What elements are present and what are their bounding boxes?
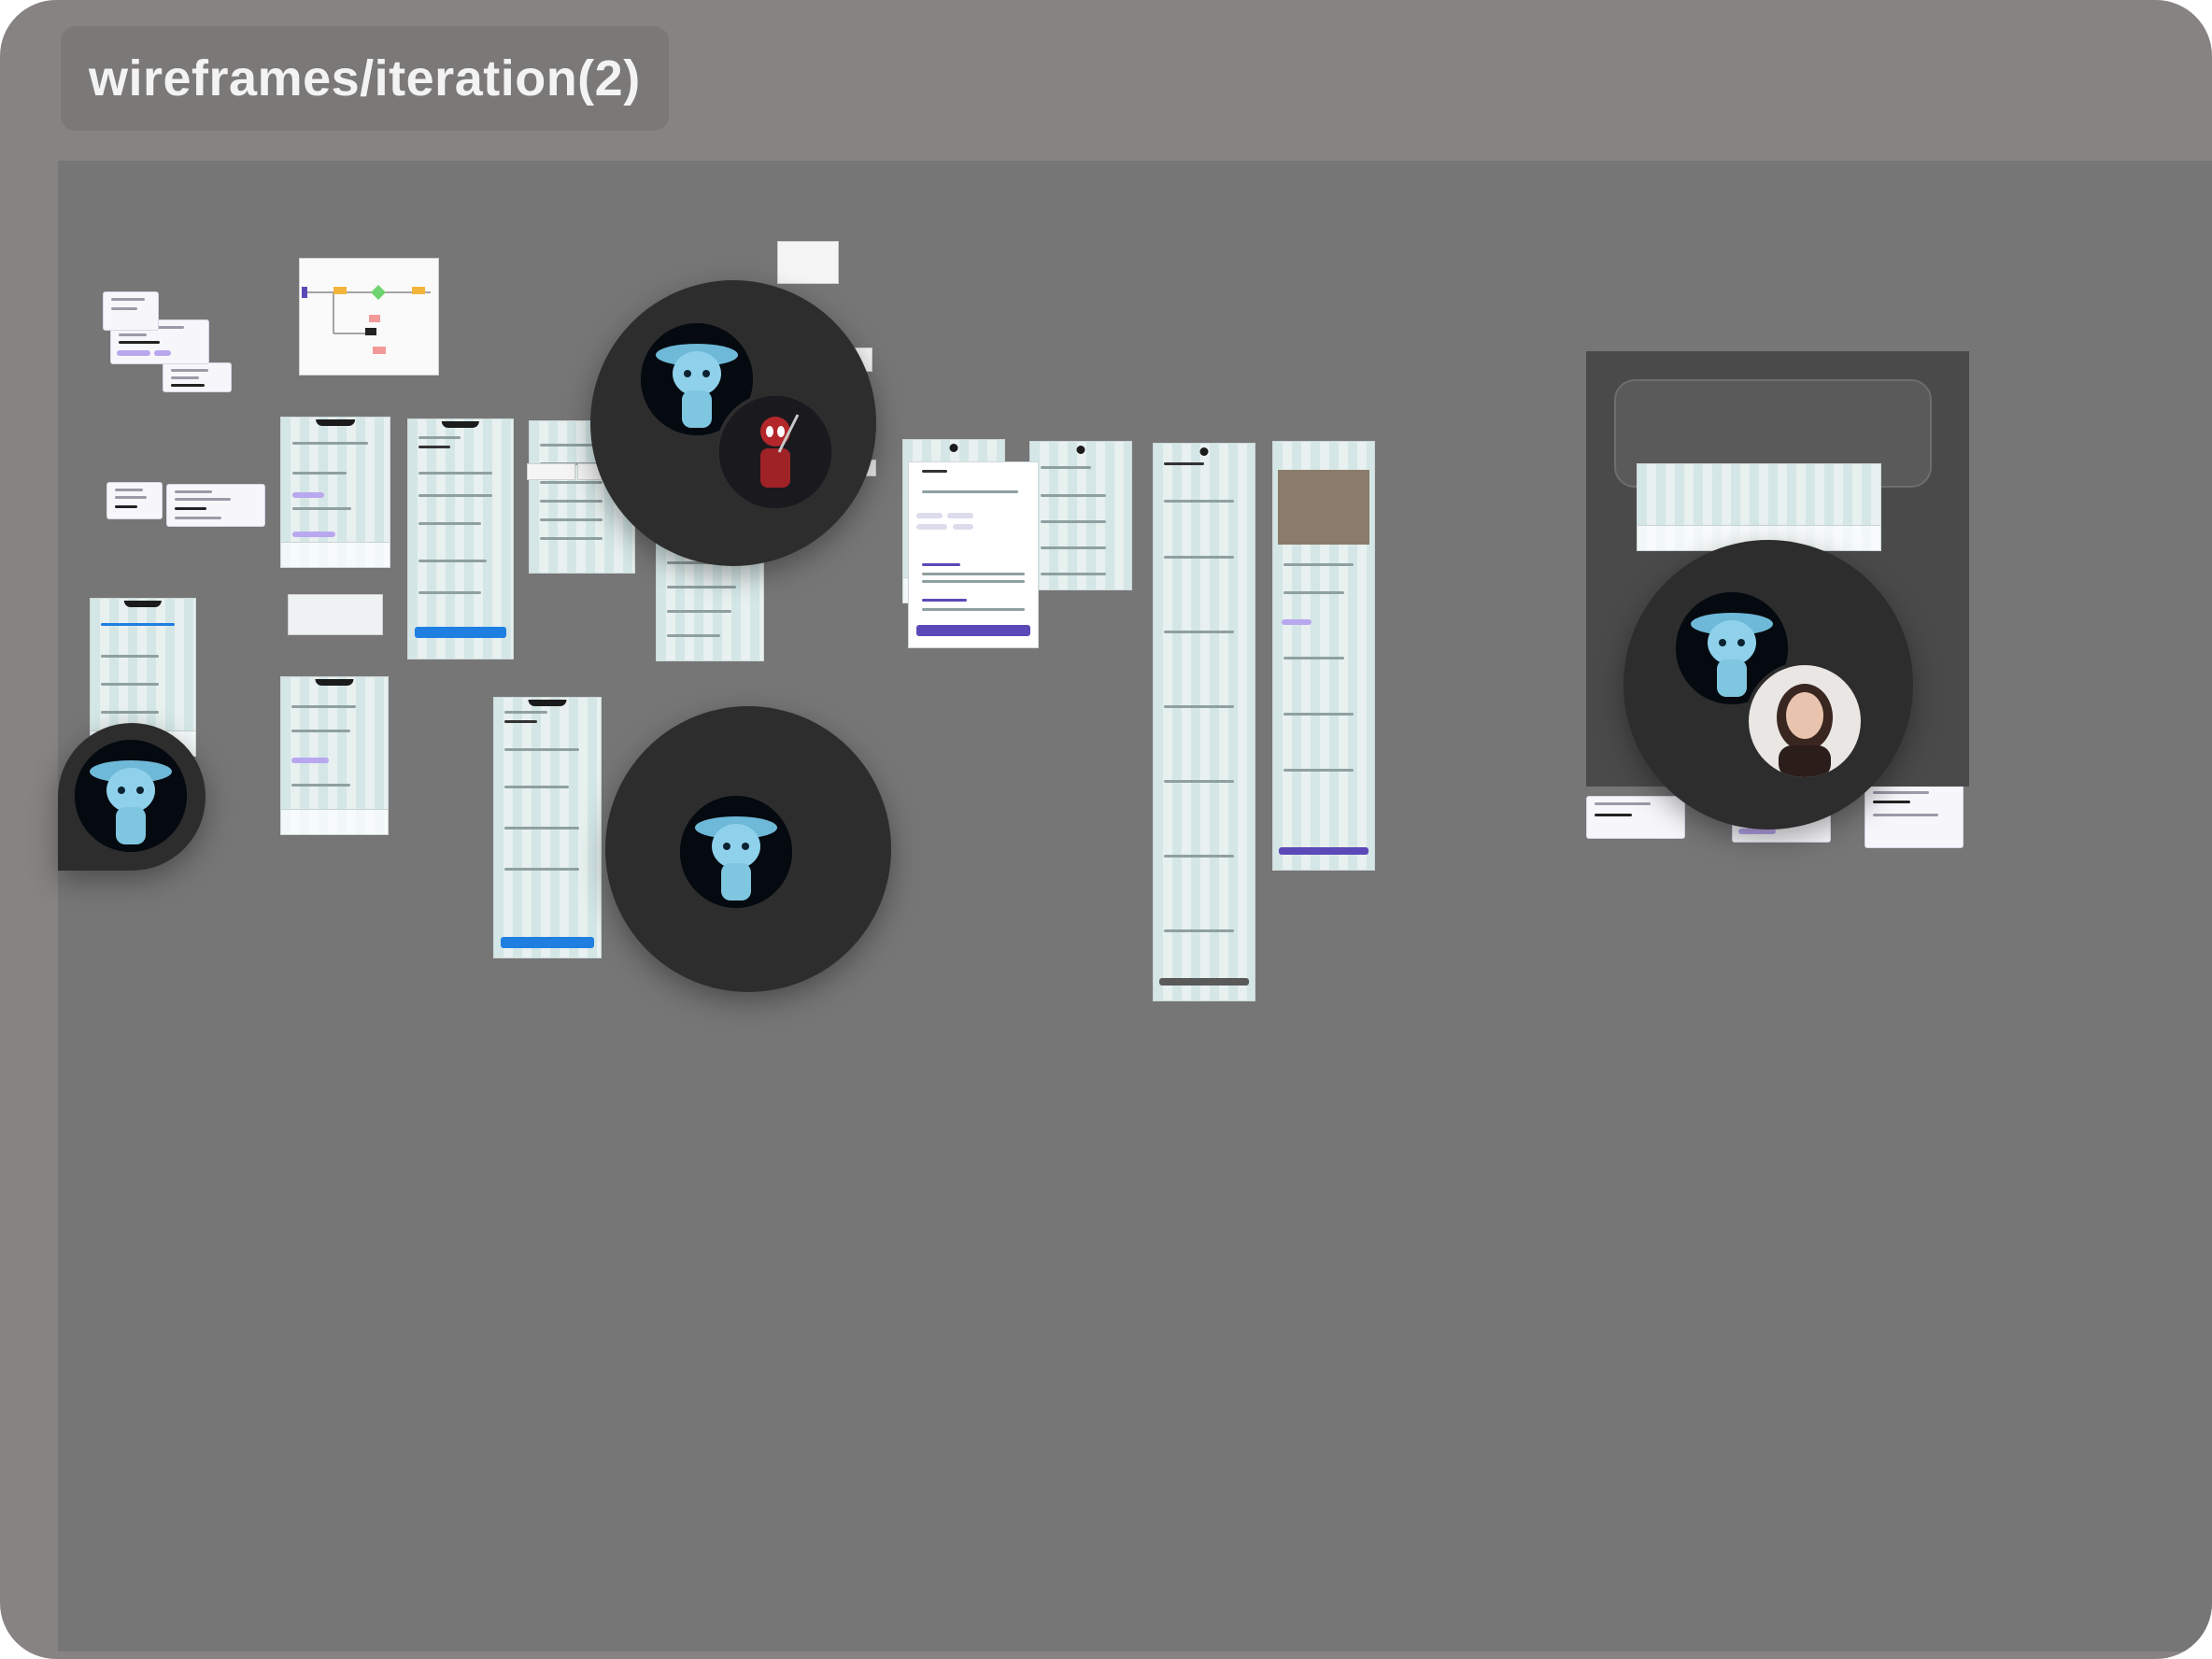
- wireframe-specialization-select[interactable]: [1029, 441, 1132, 590]
- woman-photo-icon: [1749, 665, 1861, 777]
- red-hero-icon: [719, 396, 831, 508]
- wireframe-long-filters[interactable]: [1153, 443, 1255, 1001]
- legend-box[interactable]: [288, 594, 383, 635]
- component-card[interactable]: [163, 362, 232, 392]
- component-card[interactable]: [106, 482, 163, 519]
- component-card[interactable]: [1586, 796, 1685, 839]
- ghost-character-icon: [680, 796, 792, 908]
- collaborator-bubble-bottom[interactable]: [605, 706, 891, 992]
- flowchart-frame[interactable]: [299, 258, 439, 376]
- ghost-character-icon: [75, 740, 187, 852]
- component-card[interactable]: [1865, 785, 1964, 848]
- wireframe-search-results[interactable]: [280, 417, 390, 568]
- component-card[interactable]: [103, 291, 159, 331]
- flowchart-diagram: [302, 285, 431, 354]
- design-canvas[interactable]: [58, 161, 2212, 1652]
- collaborator-bubble-top[interactable]: [590, 280, 876, 566]
- wireframe-search-variant-2[interactable]: [280, 676, 389, 835]
- board-title: wireframes/iteration(2): [89, 50, 641, 106]
- wireframe-about-specialist[interactable]: [908, 461, 1039, 648]
- component-card[interactable]: [166, 484, 265, 527]
- ghost-character-avatar: [75, 740, 187, 852]
- wireframe-filters[interactable]: [407, 418, 514, 659]
- collaborator-bubble-right[interactable]: [1624, 540, 1913, 830]
- ghost-character-avatar: [680, 796, 792, 908]
- board-title-pill[interactable]: wireframes/iteration(2): [61, 26, 669, 131]
- figma-board-window: wireframes/iteration(2): [0, 0, 2212, 1659]
- collaborator-bubble-left[interactable]: [58, 723, 206, 871]
- wireframe-preview[interactable]: [1637, 463, 1881, 551]
- note-box[interactable]: [527, 463, 575, 480]
- note-box[interactable]: [777, 241, 839, 284]
- red-hero-avatar: [716, 392, 835, 512]
- wireframe-specialist-profile[interactable]: [1272, 441, 1375, 871]
- wireframe-filters-variant[interactable]: [493, 697, 602, 958]
- woman-photo-avatar: [1745, 661, 1865, 781]
